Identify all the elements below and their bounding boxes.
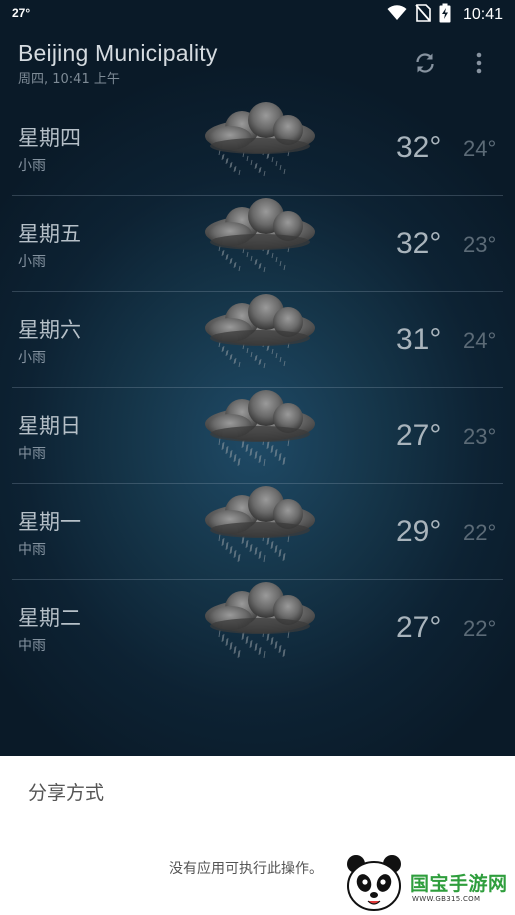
moderate-rain-cloud-icon: [205, 486, 315, 563]
site-watermark: 国宝手游网 WWW.GB315.COM: [340, 851, 515, 915]
moderate-rain-cloud-icon: [205, 390, 315, 467]
last-updated-text: 周四, 10:41 上午: [18, 72, 120, 87]
forecast-low-temp: 23°: [463, 232, 497, 257]
weather-app-screen: 27° 10:41 Beijing Municipality 周四, 10:41…: [0, 0, 515, 915]
forecast-high-temp: 31°: [396, 323, 442, 356]
forecast-condition: 小雨: [18, 350, 46, 366]
forecast-condition: 中雨: [18, 446, 46, 462]
forecast-low-temp: 24°: [463, 328, 497, 353]
forecast-condition: 中雨: [18, 542, 46, 558]
light-rain-cloud-icon: [205, 294, 315, 369]
forecast-list: 星期四 小雨 32° 24° 星期五 小雨 32° 23° 星期六 小雨 31°…: [0, 100, 515, 676]
forecast-day: 星期二: [18, 606, 81, 630]
forecast-row[interactable]: 星期五 小雨 32° 23°: [0, 196, 515, 292]
forecast-low-temp: 23°: [463, 424, 497, 449]
forecast-row[interactable]: 星期二 中雨 27° 22°: [0, 580, 515, 676]
forecast-high-temp: 32°: [396, 131, 442, 164]
forecast-low-temp: 22°: [463, 520, 497, 545]
light-rain-cloud-icon: [205, 102, 315, 177]
refresh-icon: [416, 53, 434, 73]
status-time: 10:41: [462, 6, 503, 23]
forecast-day: 星期日: [18, 414, 81, 438]
forecast-high-temp: 29°: [396, 515, 442, 548]
share-empty-message: 没有应用可执行此操作。: [169, 861, 323, 877]
panda-logo-icon: [347, 855, 401, 911]
forecast-day: 星期一: [18, 510, 81, 534]
location-title: Beijing Municipality: [18, 40, 218, 66]
status-bar: 27° 10:41: [0, 0, 515, 30]
refresh-button[interactable]: [410, 48, 440, 78]
share-sheet-title: 分享方式: [28, 782, 105, 804]
forecast-high-temp: 27°: [396, 419, 442, 452]
more-vert-icon: [476, 52, 482, 74]
no-sim-icon: [415, 4, 431, 26]
forecast-day: 星期四: [18, 126, 81, 150]
light-rain-cloud-icon: [205, 198, 315, 273]
forecast-high-temp: 27°: [396, 611, 442, 644]
moderate-rain-cloud-icon: [205, 582, 315, 659]
forecast-low-temp: 24°: [463, 136, 497, 161]
forecast-low-temp: 22°: [463, 616, 497, 641]
wifi-icon: [387, 5, 407, 25]
forecast-row[interactable]: 星期四 小雨 32° 24°: [0, 100, 515, 196]
watermark-name: 国宝手游网: [410, 873, 508, 895]
forecast-condition: 小雨: [18, 254, 46, 270]
status-temperature: 27°: [12, 6, 31, 20]
forecast-day: 星期六: [18, 318, 81, 342]
forecast-row[interactable]: 星期六 小雨 31° 24°: [0, 292, 515, 388]
forecast-row[interactable]: 星期日 中雨 27° 23°: [0, 388, 515, 484]
forecast-row[interactable]: 星期一 中雨 29° 22°: [0, 484, 515, 580]
watermark-url: WWW.GB315.COM: [412, 895, 481, 903]
status-icons: 10:41: [387, 3, 503, 27]
forecast-high-temp: 32°: [396, 227, 442, 260]
forecast-condition: 中雨: [18, 638, 46, 654]
forecast-condition: 小雨: [18, 158, 46, 174]
battery-charging-icon: [439, 3, 451, 27]
forecast-day: 星期五: [18, 222, 81, 246]
app-bar: Beijing Municipality 周四, 10:41 上午: [0, 30, 515, 100]
more-options-button[interactable]: [468, 48, 490, 78]
